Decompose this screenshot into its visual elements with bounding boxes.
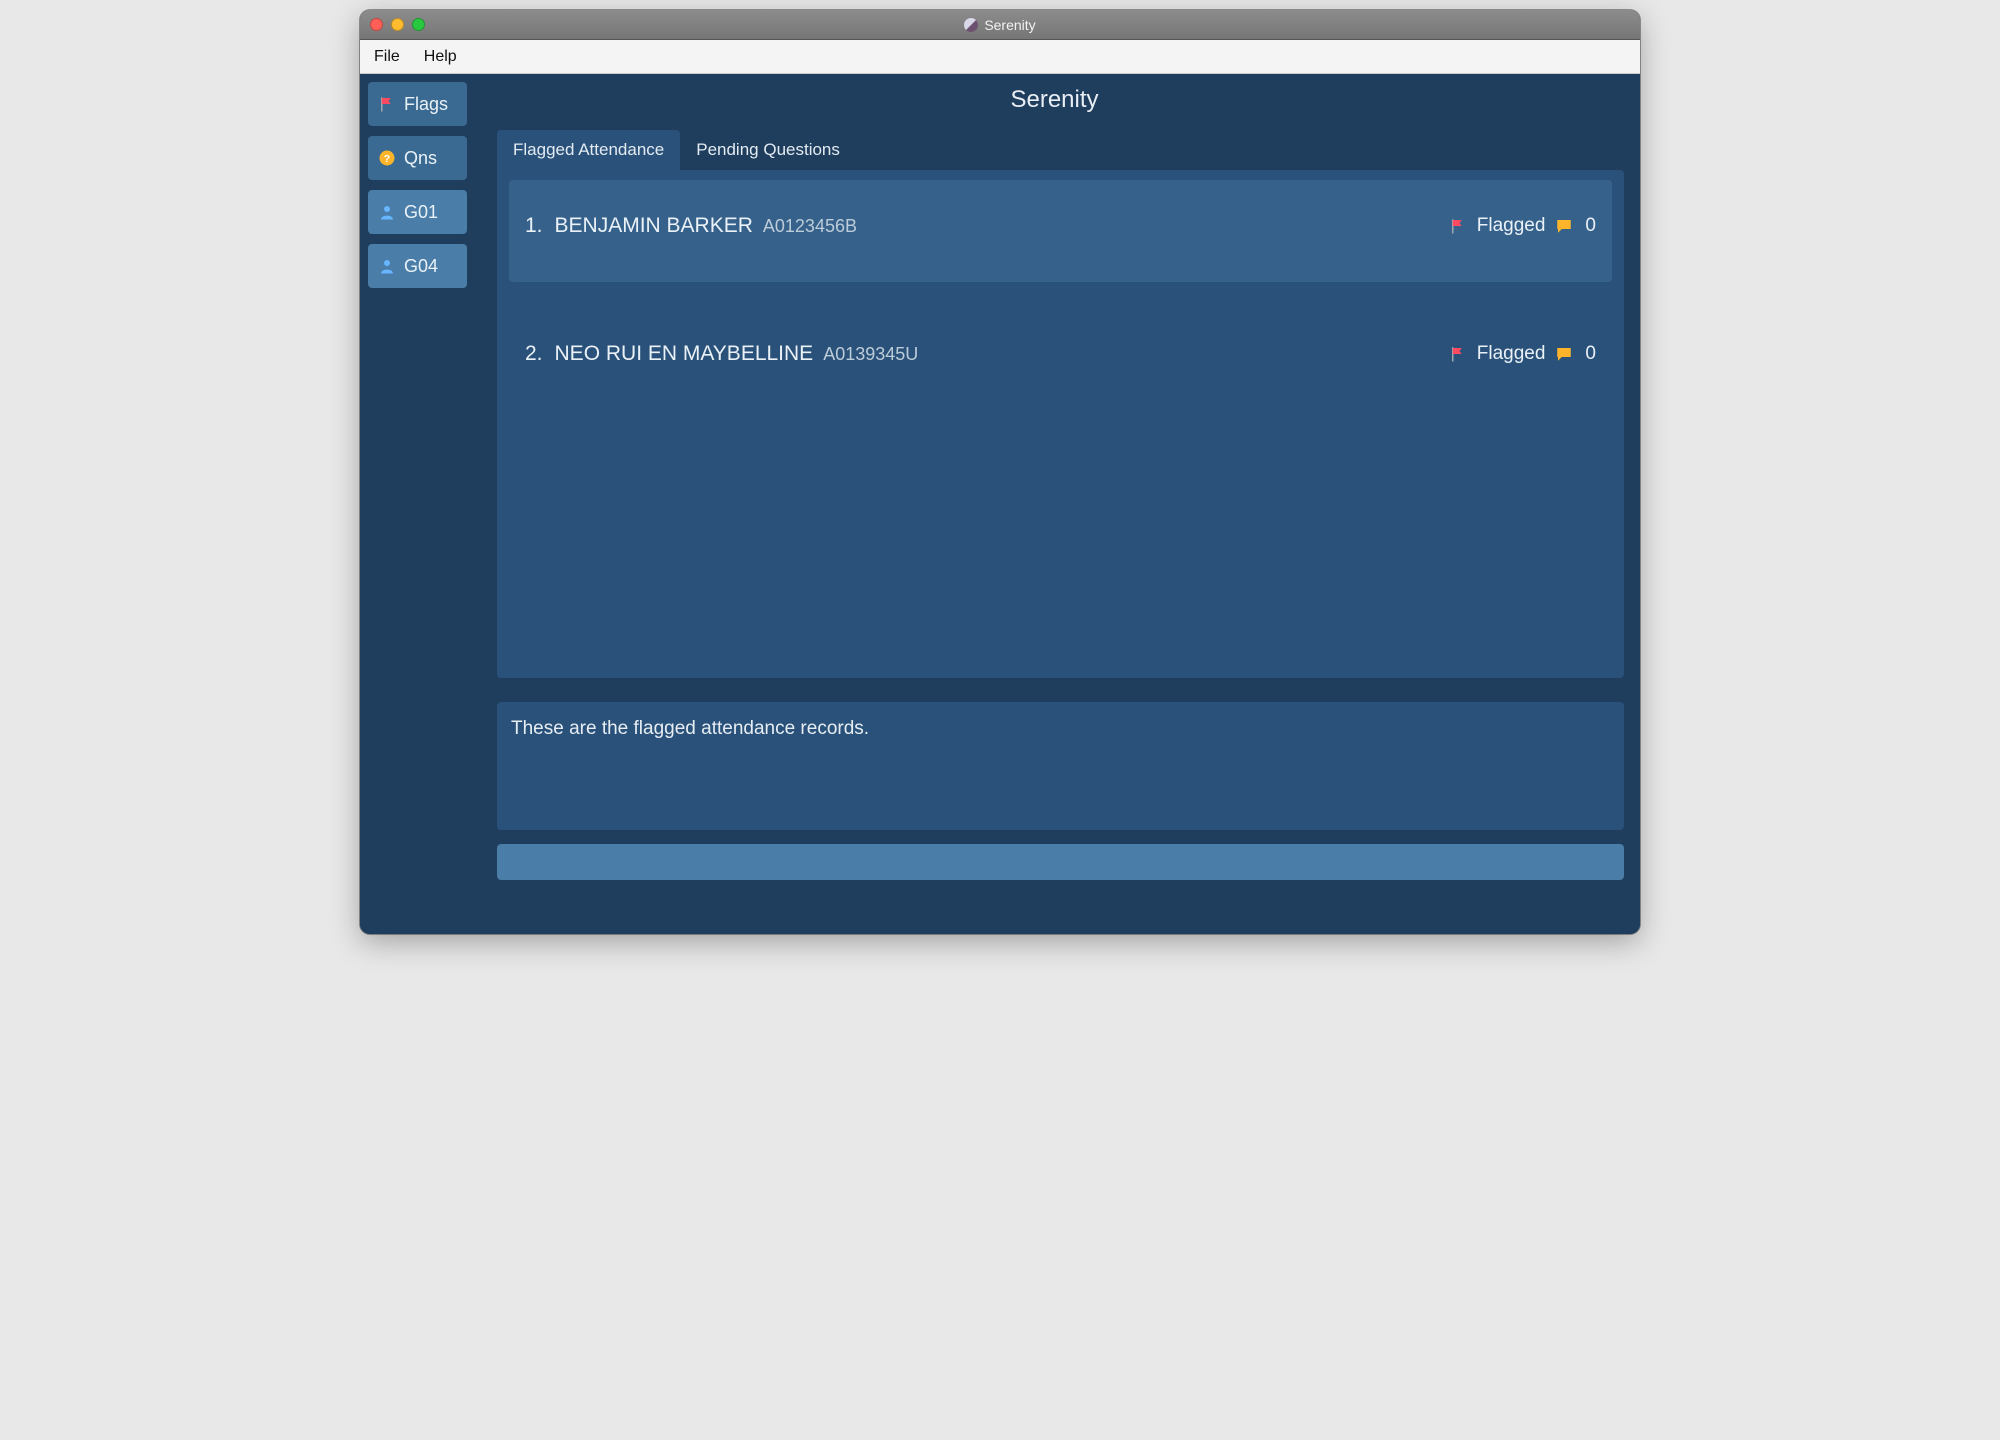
window-title: Serenity <box>360 17 1640 33</box>
person-icon <box>378 257 396 275</box>
close-window-button[interactable] <box>370 18 383 31</box>
sidebar-item-label: Flags <box>404 94 448 115</box>
page-title: Serenity <box>485 74 1624 130</box>
app-icon <box>964 18 978 32</box>
window-title-text: Serenity <box>984 17 1035 33</box>
row-id: A0139345U <box>823 344 918 365</box>
flag-icon <box>378 95 396 113</box>
chat-icon <box>1555 345 1573 363</box>
zoom-window-button[interactable] <box>412 18 425 31</box>
row-index: 1. <box>525 214 543 238</box>
tab-pending-questions[interactable]: Pending Questions <box>680 130 856 170</box>
window-controls <box>370 18 425 31</box>
sidebar-item-label: G04 <box>404 256 438 277</box>
app-window: Serenity File Help Flags <box>360 10 1640 934</box>
row-name: BENJAMIN BARKER <box>555 214 753 238</box>
menu-file[interactable]: File <box>374 48 400 66</box>
status-message: These are the flagged attendance records… <box>497 702 1624 830</box>
svg-text:?: ? <box>384 153 390 165</box>
chat-icon <box>1555 217 1573 235</box>
sidebar-item-label: Qns <box>404 148 437 169</box>
tab-label: Pending Questions <box>696 140 840 159</box>
list-item[interactable]: 1. BENJAMIN BARKER A0123456B Flagged <box>509 180 1612 282</box>
command-input[interactable] <box>497 844 1624 880</box>
minimize-window-button[interactable] <box>391 18 404 31</box>
sidebar: Flags ? Qns G01 <box>360 74 475 934</box>
tab-label: Flagged Attendance <box>513 140 664 159</box>
sidebar-item-flags[interactable]: Flags <box>368 82 467 126</box>
person-icon <box>378 203 396 221</box>
sidebar-item-label: G01 <box>404 202 438 223</box>
menubar: File Help <box>360 40 1640 74</box>
row-status-group: Flagged 0 <box>1449 343 1596 365</box>
row-status-group: Flagged 0 <box>1449 215 1596 237</box>
tab-bar: Flagged Attendance Pending Questions <box>497 130 1624 170</box>
titlebar: Serenity <box>360 10 1640 40</box>
flag-icon <box>1449 217 1467 235</box>
main-panel: Serenity Flagged Attendance Pending Ques… <box>475 74 1640 934</box>
row-id: A0123456B <box>763 216 857 237</box>
row-count: 0 <box>1585 215 1596 237</box>
content-area: Flags ? Qns G01 <box>360 74 1640 934</box>
tab-flagged-attendance[interactable]: Flagged Attendance <box>497 130 680 170</box>
question-icon: ? <box>378 149 396 167</box>
row-index: 2. <box>525 342 543 366</box>
row-status: Flagged <box>1477 343 1546 365</box>
row-count: 0 <box>1585 343 1596 365</box>
list-item[interactable]: 2. NEO RUI EN MAYBELLINE A0139345U Flagg… <box>509 342 1612 366</box>
tab-content: 1. BENJAMIN BARKER A0123456B Flagged <box>497 170 1624 678</box>
row-name: NEO RUI EN MAYBELLINE <box>555 342 814 366</box>
flag-icon <box>1449 345 1467 363</box>
menu-help[interactable]: Help <box>424 48 457 66</box>
sidebar-item-qns[interactable]: ? Qns <box>368 136 467 180</box>
row-status: Flagged <box>1477 215 1546 237</box>
sidebar-item-g04[interactable]: G04 <box>368 244 467 288</box>
sidebar-item-g01[interactable]: G01 <box>368 190 467 234</box>
